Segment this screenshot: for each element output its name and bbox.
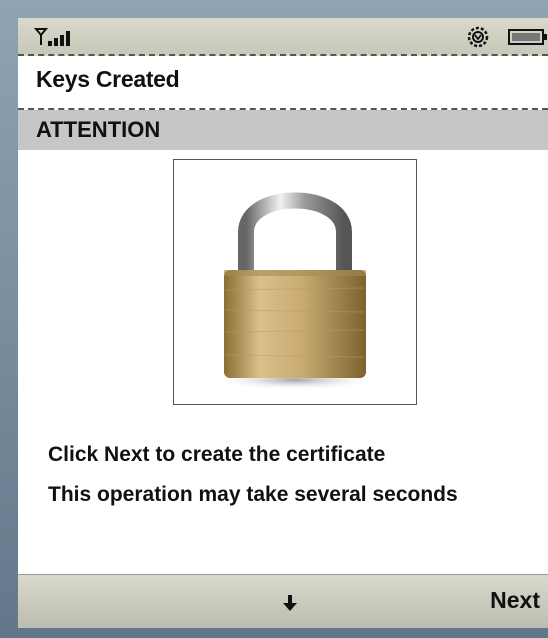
padlock-icon	[213, 192, 377, 390]
page-title: Keys Created	[36, 66, 180, 92]
gear-icon	[466, 25, 490, 54]
next-softkey-button[interactable]: Next	[490, 587, 540, 614]
phone-screen: Keys Created ATTENTION Click Next to cre…	[18, 18, 548, 628]
signal-icon	[33, 27, 94, 52]
instruction-text: Click Next to create the certificate	[48, 443, 386, 466]
battery-icon	[508, 28, 548, 51]
screen-title-bar: Keys Created	[18, 56, 548, 110]
padlock-image	[173, 159, 417, 405]
attention-label: ATTENTION	[36, 117, 161, 142]
duration-notice-text: This operation may take several seconds	[48, 483, 458, 506]
down-arrow-icon[interactable]	[282, 593, 298, 618]
status-bar	[18, 18, 548, 56]
softkey-bar: Next	[18, 574, 548, 628]
attention-header: ATTENTION	[18, 110, 548, 150]
